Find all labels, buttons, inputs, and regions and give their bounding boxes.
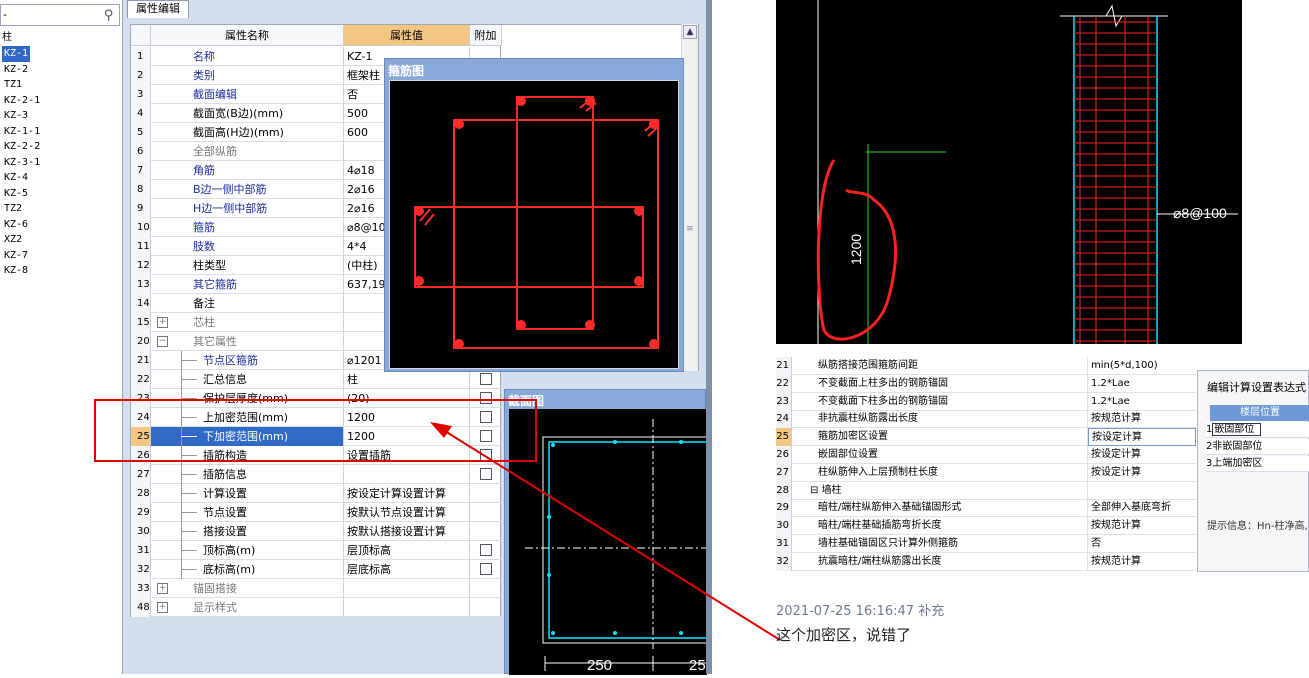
calc-row[interactable]: 24 非抗震柱纵筋露出长度 按规范计算: [776, 410, 1196, 429]
calc-key-cell: 墙柱基础锚固区只计算外侧箍筋: [792, 535, 1088, 553]
calc-row-number: 32: [776, 552, 792, 571]
calc-key: 非抗震柱纵筋露出长度: [818, 413, 918, 425]
calc-row-number: 22: [776, 374, 792, 393]
highlight-box: [94, 399, 537, 462]
calc-key-cell: 箍筋加密区设置: [792, 428, 1088, 447]
calc-key: 箍筋加密区设置: [818, 431, 888, 443]
reply-comment: 这个加密区，说错了: [776, 626, 912, 644]
calc-key: 纵筋搭接范围箍筋间距: [818, 360, 918, 371]
calc-key: 墙柱基础锚固区只计算外侧箍筋: [818, 538, 958, 549]
calc-key: 嵌固部位设置: [818, 449, 878, 460]
calc-value[interactable]: 按规范计算: [1088, 553, 1196, 571]
calc-row[interactable]: 30 暗柱/端柱基础插筋弯折长度 按规范计算: [776, 517, 1196, 536]
calc-key-cell: 嵌固部位设置: [792, 446, 1088, 464]
calc-row-number: 28: [776, 481, 792, 500]
annotation-arrow: [439, 427, 781, 641]
calc-row-number: 25: [776, 428, 792, 447]
calc-row[interactable]: 25 箍筋加密区设置 按设定计算: [776, 428, 1196, 447]
calc-value[interactable]: 1.2*Lae: [1088, 375, 1196, 393]
calc-key-cell: 柱纵筋伸入上层预制柱长度: [792, 463, 1088, 482]
calc-key: 抗震暗柱/端柱纵筋露出长度: [818, 555, 942, 567]
collapse-icon[interactable]: ⊟: [810, 485, 822, 496]
calc-value[interactable]: 按规范计算: [1088, 517, 1196, 535]
calc-value[interactable]: 按设定计算: [1088, 446, 1196, 464]
dialog-row-text: 嵌固部位: [1212, 423, 1262, 436]
calc-row[interactable]: 26 嵌固部位设置 按设定计算: [776, 446, 1196, 464]
calc-key-cell: 非抗震柱纵筋露出长度: [792, 410, 1088, 429]
calc-row[interactable]: 23 不变截面下柱多出的钢筋锚固 1.2*Lae: [776, 392, 1196, 411]
calc-key: 墙柱: [821, 484, 842, 496]
height-dimension-label: 1200: [848, 234, 864, 265]
calc-settings-table: 21 纵筋搭接范围箍筋间距 min(5*d,100) 22 不变截面上柱多出的钢筋锚固 1…: [776, 357, 1196, 572]
calc-key-cell: 抗震暗柱/端柱纵筋露出长度: [792, 552, 1088, 571]
dialog-column-header: 楼层位置: [1210, 405, 1309, 421]
dialog-row-text: 上端加密区: [1212, 458, 1263, 469]
dialog-row[interactable]: 1 嵌固部位: [1206, 422, 1309, 438]
dialog-row-text: 非嵌固部位: [1212, 441, 1263, 452]
reply-timestamp: 2021-07-25 16:16:47 补充: [776, 604, 945, 619]
calc-value[interactable]: 全部伸入基底弯折: [1088, 499, 1196, 517]
dialog-row[interactable]: 2非嵌固部位: [1206, 439, 1309, 455]
calc-value[interactable]: min(5*d,100): [1088, 357, 1196, 375]
calc-key: 暗柱/端柱基础插筋弯折长度: [818, 520, 942, 532]
edit-expression-dialog[interactable]: 编辑计算设置表达式 楼层位置 1 嵌固部位 2非嵌固部位 3上端加密区 提示信息：Hn…: [1197, 370, 1309, 572]
calc-value[interactable]: [1088, 482, 1196, 500]
calc-key: 不变截面上柱多出的钢筋锚固: [818, 377, 948, 389]
calc-key-cell: 纵筋搭接范围箍筋间距: [792, 357, 1088, 375]
rebar-spec-label: ⌀8@100: [1173, 205, 1227, 221]
calc-row-number: 24: [776, 410, 792, 429]
calc-value[interactable]: 否: [1088, 535, 1196, 553]
calc-key: 柱纵筋伸入上层预制柱长度: [818, 466, 938, 478]
calc-row-number: 26: [776, 446, 792, 464]
calc-row-number: 30: [776, 517, 792, 536]
calc-row[interactable]: 29 暗柱/端柱纵筋伸入基础锚固形式 全部伸入基底弯折: [776, 499, 1196, 518]
calc-row[interactable]: 21 纵筋搭接范围箍筋间距 min(5*d,100): [776, 357, 1196, 375]
calc-value[interactable]: 按规范计算: [1088, 410, 1196, 428]
calc-row[interactable]: 27 柱纵筋伸入上层预制柱长度 按设定计算: [776, 463, 1196, 482]
calc-row[interactable]: 22 不变截面上柱多出的钢筋锚固 1.2*Lae: [776, 374, 1196, 393]
dialog-tip: 提示信息：Hn-柱净高,: [1207, 521, 1308, 532]
calc-key-cell: 不变截面下柱多出的钢筋锚固: [792, 392, 1088, 411]
calc-key: 暗柱/端柱纵筋伸入基础锚固形式: [818, 502, 962, 514]
arrow-head-icon: [430, 422, 452, 438]
calc-value[interactable]: 按设定计算: [1088, 464, 1196, 482]
calc-row[interactable]: 31 墙柱基础锚固区只计算外侧箍筋 否: [776, 535, 1196, 553]
elevation-drawing: 1200 ⌀8@100: [816, 0, 1238, 344]
calc-key: 不变截面下柱多出的钢筋锚固: [818, 395, 948, 407]
calc-key-cell: 不变截面上柱多出的钢筋锚固: [792, 374, 1088, 393]
calc-row-number: 27: [776, 463, 792, 482]
calc-value[interactable]: 按设定计算: [1088, 428, 1196, 447]
calc-key-cell: 暗柱/端柱基础插筋弯折长度: [792, 517, 1088, 536]
calc-row-number: 23: [776, 392, 792, 411]
calc-row[interactable]: 32 抗震暗柱/端柱纵筋露出长度 按规范计算: [776, 552, 1196, 571]
calc-row-number: 29: [776, 499, 792, 518]
dialog-row[interactable]: 3上端加密区: [1206, 456, 1309, 472]
column-elevation-cad: 1200 ⌀8@100: [776, 0, 1242, 344]
calc-row[interactable]: 28 ⊟ 墙柱: [776, 481, 1196, 500]
calc-row-number: 21: [776, 357, 792, 375]
dialog-title: 编辑计算设置表达式: [1207, 381, 1306, 394]
calc-key-cell: 暗柱/端柱纵筋伸入基础锚固形式: [792, 499, 1088, 518]
calc-row-number: 31: [776, 535, 792, 553]
calc-key-cell: ⊟ 墙柱: [792, 481, 1088, 500]
calc-value[interactable]: 1.2*Lae: [1088, 393, 1196, 411]
